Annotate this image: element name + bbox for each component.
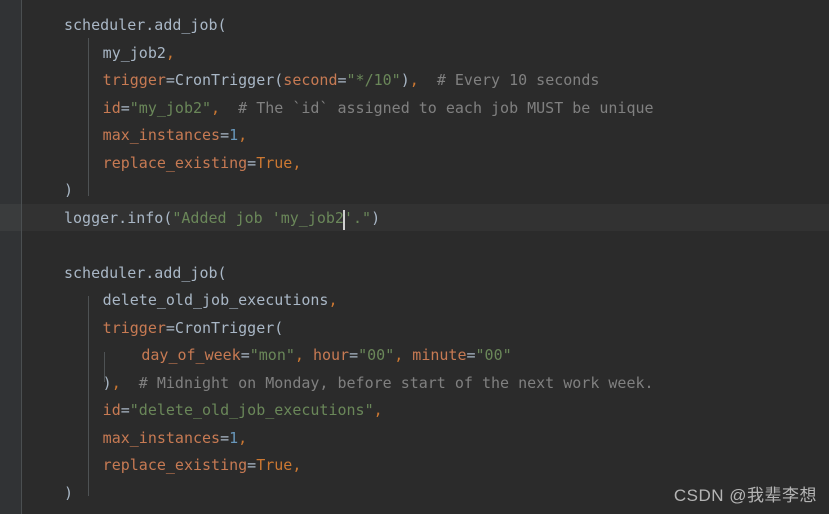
code-token-kwarg: id <box>102 401 121 419</box>
code-token-kwarg: hour <box>312 346 350 364</box>
code-token-default: = <box>165 318 175 337</box>
code-line[interactable]: scheduler.add_job( <box>64 260 227 288</box>
code-token-paren: ( <box>274 71 284 89</box>
code-token-string: "delete_old_job_executions" <box>129 401 374 419</box>
code-token-kwarg: id <box>102 98 121 117</box>
code-line[interactable]: ) <box>64 177 73 205</box>
code-token-default: = <box>165 71 175 89</box>
code-token-string: "*/10" <box>346 71 401 89</box>
code-token-kwarg: second <box>283 71 338 89</box>
code-token-kwarg: minute <box>412 346 467 364</box>
code-token-default: = <box>349 346 359 364</box>
code-token-kwarg: max_instances <box>102 428 221 447</box>
code-token-default: = <box>120 98 130 117</box>
code-token-default: logger.info <box>64 208 164 227</box>
code-token-number: 1 <box>229 126 239 144</box>
code-token-default: = <box>247 456 257 474</box>
code-token-default: = <box>337 71 347 89</box>
code-token-punct: , <box>165 43 175 62</box>
code-token-number: 1 <box>229 428 239 447</box>
code-line[interactable]: trigger=CronTrigger( <box>103 315 284 343</box>
code-token-string: "Added job 'my_job2 <box>172 208 344 227</box>
code-token-default: = <box>120 401 130 419</box>
code-token-comment: # The `id` assigned to each job MUST be … <box>238 98 654 117</box>
code-line[interactable]: ) <box>64 480 73 508</box>
code-line[interactable]: my_job2, <box>103 40 175 68</box>
code-token-default <box>121 374 139 392</box>
code-token-punct: , <box>394 346 404 364</box>
code-token-punct: , <box>238 428 248 447</box>
code-token-paren: ) <box>400 71 410 89</box>
code-token-string: '." <box>343 208 372 227</box>
code-token-paren: ) <box>64 181 74 199</box>
code-token-string: "00" <box>475 346 512 364</box>
code-line[interactable]: trigger=CronTrigger(second="*/10"), # Ev… <box>103 67 600 95</box>
code-editor[interactable]: scheduler.add_job(my_job2, trigger=CronTr… <box>0 0 829 514</box>
code-line[interactable]: id="delete_old_job_executions", <box>103 397 383 425</box>
code-token-default: delete_old_job_executions <box>102 291 329 309</box>
code-token-kwarg: replace_existing <box>102 153 248 172</box>
code-token-default: = <box>220 428 230 447</box>
code-token-default: scheduler.add_job <box>64 263 218 282</box>
code-token-kwarg: trigger <box>102 318 166 337</box>
code-token-punct: , <box>294 346 304 364</box>
code-token-comment: # Midnight on Monday, before start of th… <box>138 373 654 392</box>
code-line[interactable]: logger.info("Added job 'my_job2'.") <box>64 205 380 233</box>
code-line[interactable]: max_instances=1, <box>103 122 248 150</box>
code-token-punct: , <box>328 291 338 309</box>
code-token-punct: , <box>409 71 419 89</box>
code-token-default: scheduler.add_job <box>64 16 218 34</box>
code-token-default: = <box>466 346 476 364</box>
code-token-kwarg: max_instances <box>102 126 221 144</box>
code-token-paren: ( <box>217 263 227 282</box>
code-token-default: = <box>220 126 230 144</box>
code-token-default <box>419 71 437 89</box>
code-line[interactable]: delete_old_job_executions, <box>103 287 338 315</box>
code-token-kwarg: replace_existing <box>102 456 248 474</box>
code-token-string: "00" <box>358 346 395 364</box>
code-token-default: my_job2 <box>102 43 166 62</box>
code-token-punct: , <box>373 401 383 419</box>
code-content[interactable]: scheduler.add_job(my_job2, trigger=CronTr… <box>0 0 829 514</box>
code-token-punct: , <box>292 153 302 172</box>
code-line[interactable]: replace_existing=True, <box>103 150 302 178</box>
code-token-keyword: True <box>256 456 293 474</box>
code-token-default <box>220 99 238 117</box>
code-line[interactable]: max_instances=1, <box>103 425 248 453</box>
code-token-default: CronTrigger <box>174 71 275 89</box>
csdn-watermark: CSDN @我辈李想 <box>673 486 817 505</box>
code-token-paren: ( <box>217 16 227 34</box>
code-token-string: "my_job2" <box>129 98 212 117</box>
code-token-punct: , <box>211 98 221 117</box>
code-token-comment: # Every 10 seconds <box>436 71 600 89</box>
code-token-string: "mon" <box>249 346 295 364</box>
code-token-default <box>403 346 412 364</box>
code-token-paren: ( <box>274 318 284 337</box>
code-token-paren: ) <box>102 373 112 392</box>
code-token-punct: , <box>292 456 302 474</box>
code-line[interactable]: ), # Midnight on Monday, before start of… <box>103 370 654 398</box>
code-token-paren: ) <box>64 483 74 502</box>
code-line[interactable]: replace_existing=True, <box>103 452 302 480</box>
code-token-default <box>304 346 313 364</box>
code-token-keyword: True <box>256 153 293 172</box>
code-line[interactable]: day_of_week="mon", hour="00", minute="00… <box>141 342 511 370</box>
code-token-punct: , <box>238 126 248 144</box>
code-token-punct: , <box>111 373 121 392</box>
code-line[interactable]: id="my_job2", # The `id` assigned to eac… <box>103 95 654 123</box>
code-line[interactable]: scheduler.add_job( <box>64 12 227 40</box>
code-token-default: = <box>247 153 257 172</box>
code-token-kwarg: trigger <box>102 71 166 89</box>
code-token-default: = <box>240 346 250 364</box>
code-token-paren: ) <box>371 208 381 227</box>
code-token-kwarg: day_of_week <box>141 346 241 364</box>
code-token-default: CronTrigger <box>174 318 275 337</box>
